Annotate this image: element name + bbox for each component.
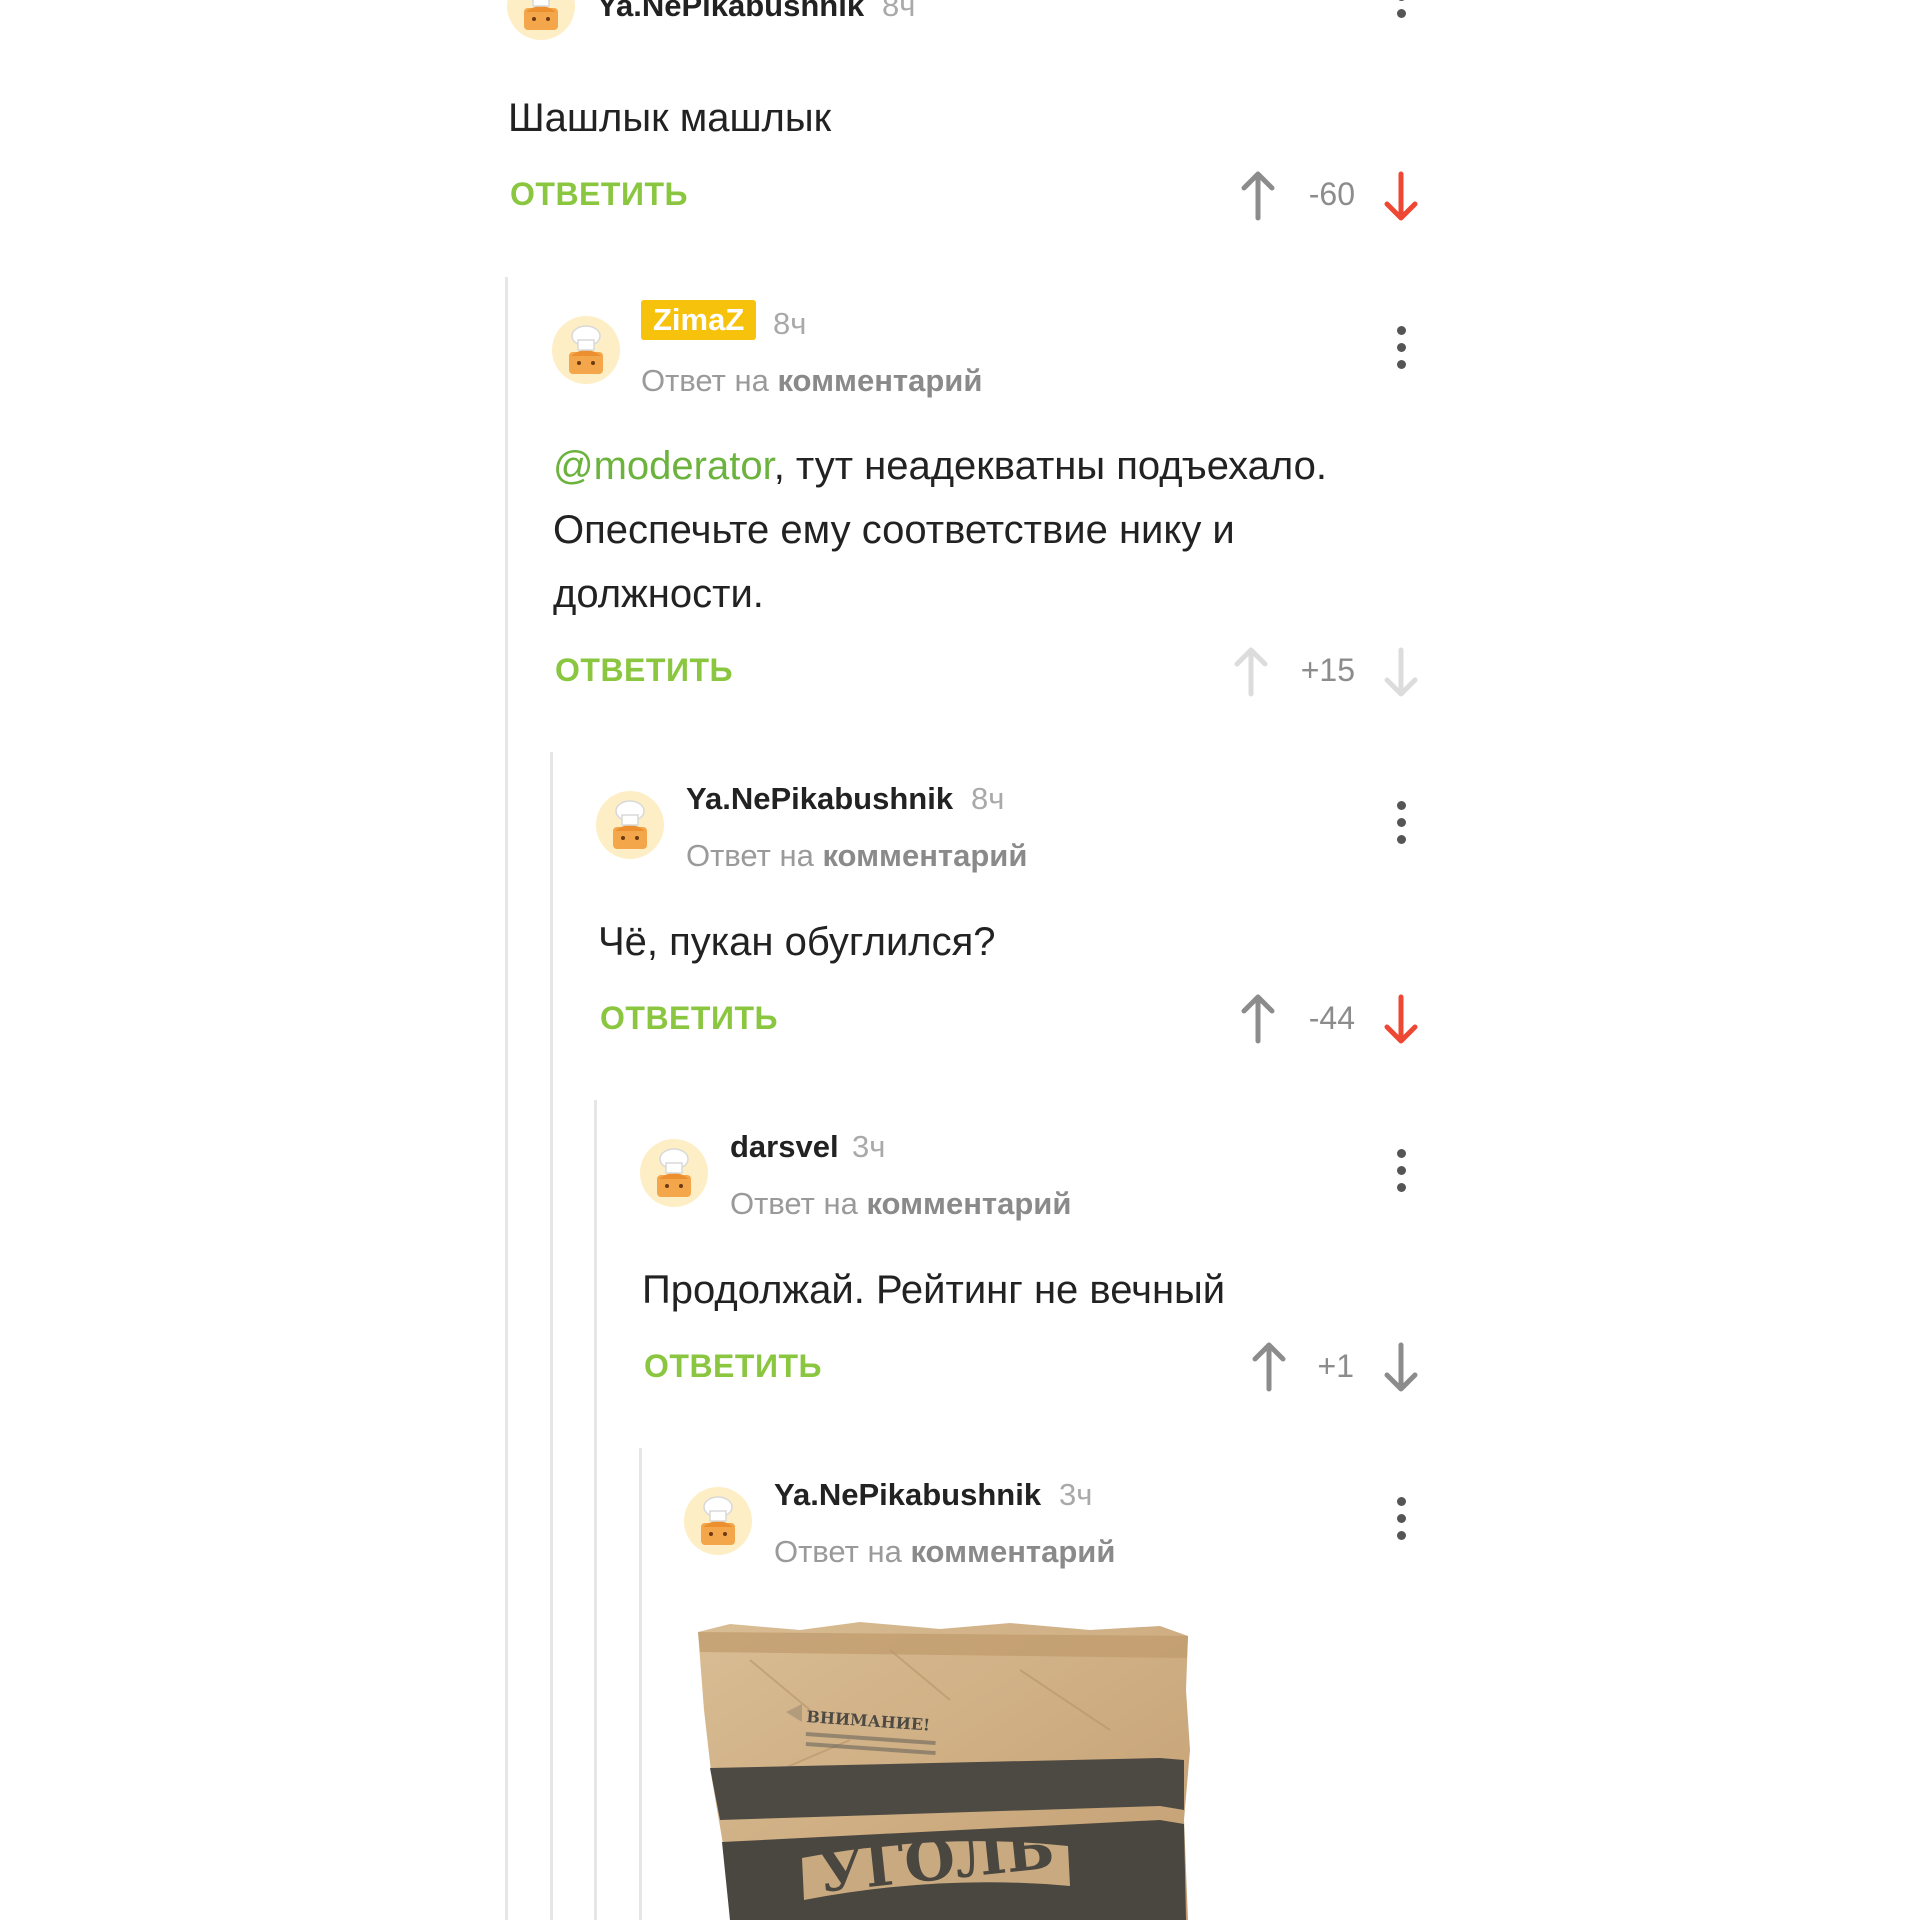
arrow-down-icon: [1384, 171, 1418, 221]
arrow-down-icon: [1384, 647, 1418, 697]
vertical-dots-menu-icon[interactable]: [1393, 1497, 1409, 1541]
downvote-button[interactable]: [1381, 1341, 1421, 1393]
upvote-button[interactable]: [1231, 646, 1271, 698]
reply-to-link[interactable]: комментарий: [910, 1534, 1115, 1569]
comment-text-line-1-rest: , тут неадекватны подъехало.: [773, 444, 1328, 488]
comment-time: 8ч: [773, 306, 807, 341]
arrow-up-icon: [1241, 171, 1275, 221]
comment-text-line-3: должности.: [553, 572, 764, 616]
comment-image[interactable]: ВНИМАНИЕ! УГОЛЬ: [690, 1620, 1210, 1920]
downvote-button[interactable]: [1381, 993, 1421, 1045]
rating-value: -44: [1308, 1000, 1355, 1036]
downvote-button[interactable]: [1381, 646, 1421, 698]
reply-to-line: Ответ на комментарий: [774, 1534, 1115, 1570]
comment-text: Шашлык машлык: [508, 96, 832, 140]
arrow-down-icon: [1384, 994, 1418, 1044]
reply-to-line: Ответ на комментарий: [686, 838, 1027, 874]
author-name[interactable]: Ya.NePikabushnik: [686, 781, 953, 817]
avatar[interactable]: [596, 791, 664, 859]
vertical-dots-menu-icon[interactable]: [1393, 0, 1409, 36]
vertical-dots-menu-icon[interactable]: [1393, 801, 1409, 845]
downvote-button[interactable]: [1381, 170, 1421, 222]
chef-avatar-icon: [613, 800, 647, 849]
comment-time: 8ч: [971, 781, 1005, 816]
reply-to-prefix: Ответ на: [730, 1186, 858, 1221]
comment-text-line-2: Опеспечьте ему соответствие нику и: [553, 508, 1235, 552]
comment-text-line-1: @moderator, тут неадекватны подъехало.: [553, 434, 1433, 498]
charcoal-bag-image: ВНИМАНИЕ! УГОЛЬ: [698, 1622, 1190, 1920]
reply-to-prefix: Ответ на: [641, 363, 769, 398]
rating-value: +15: [1300, 652, 1355, 688]
comment-time: 3ч: [852, 1129, 886, 1164]
rating-value: -60: [1308, 176, 1355, 212]
comment-time: 8ч: [882, 0, 916, 23]
mention-link[interactable]: @moderator: [553, 444, 774, 488]
comment-text: @moderator, тут неадекватны подъехало. О…: [553, 434, 1433, 626]
avatar[interactable]: [640, 1139, 708, 1207]
reply-to-prefix: Ответ на: [774, 1534, 902, 1569]
chef-avatar-icon: [524, 0, 558, 30]
author-name[interactable]: darsvel: [730, 1129, 839, 1165]
chef-avatar-icon: [701, 1496, 735, 1545]
arrow-up-icon: [1234, 647, 1268, 697]
reply-button[interactable]: ОТВЕТИТЬ: [644, 1348, 822, 1385]
reply-to-line: Ответ на комментарий: [641, 363, 982, 399]
vertical-dots-menu-icon[interactable]: [1393, 1149, 1409, 1193]
upvote-button[interactable]: [1238, 993, 1278, 1045]
reply-button[interactable]: ОТВЕТИТЬ: [555, 652, 733, 689]
author-name[interactable]: Ya.NePikabushnik: [774, 1477, 1041, 1513]
thread-line-level-3: [594, 1100, 597, 1920]
rating-value: +1: [1317, 1348, 1354, 1384]
comment-text: Чё, пукан обуглился?: [598, 920, 996, 964]
reply-to-line: Ответ на комментарий: [730, 1186, 1071, 1222]
reply-to-link[interactable]: комментарий: [822, 838, 1027, 873]
vertical-dots-menu-icon[interactable]: [1393, 326, 1409, 370]
chef-avatar-icon: [569, 325, 603, 374]
reply-button[interactable]: ОТВЕТИТЬ: [600, 1000, 778, 1037]
author-name[interactable]: ZimaZ: [641, 300, 757, 340]
avatar[interactable]: [552, 316, 620, 384]
comment-text: Продолжай. Рейтинг не вечный: [642, 1268, 1226, 1312]
thread-line-level-4: [639, 1448, 642, 1920]
thread-line-level-2: [550, 752, 553, 1920]
arrow-down-icon: [1384, 1342, 1418, 1392]
reply-to-prefix: Ответ на: [686, 838, 814, 873]
reply-to-link[interactable]: комментарий: [866, 1186, 1071, 1221]
author-name[interactable]: Ya.NePikabushnik: [597, 0, 864, 24]
avatar[interactable]: [684, 1487, 752, 1555]
chef-avatar-icon: [657, 1148, 691, 1197]
reply-to-link[interactable]: комментарий: [777, 363, 982, 398]
avatar[interactable]: [507, 0, 575, 40]
reply-button[interactable]: ОТВЕТИТЬ: [510, 176, 688, 213]
upvote-button[interactable]: [1238, 170, 1278, 222]
thread-line-level-1: [505, 277, 508, 1920]
comment-time: 3ч: [1059, 1477, 1093, 1512]
arrow-up-icon: [1241, 994, 1275, 1044]
